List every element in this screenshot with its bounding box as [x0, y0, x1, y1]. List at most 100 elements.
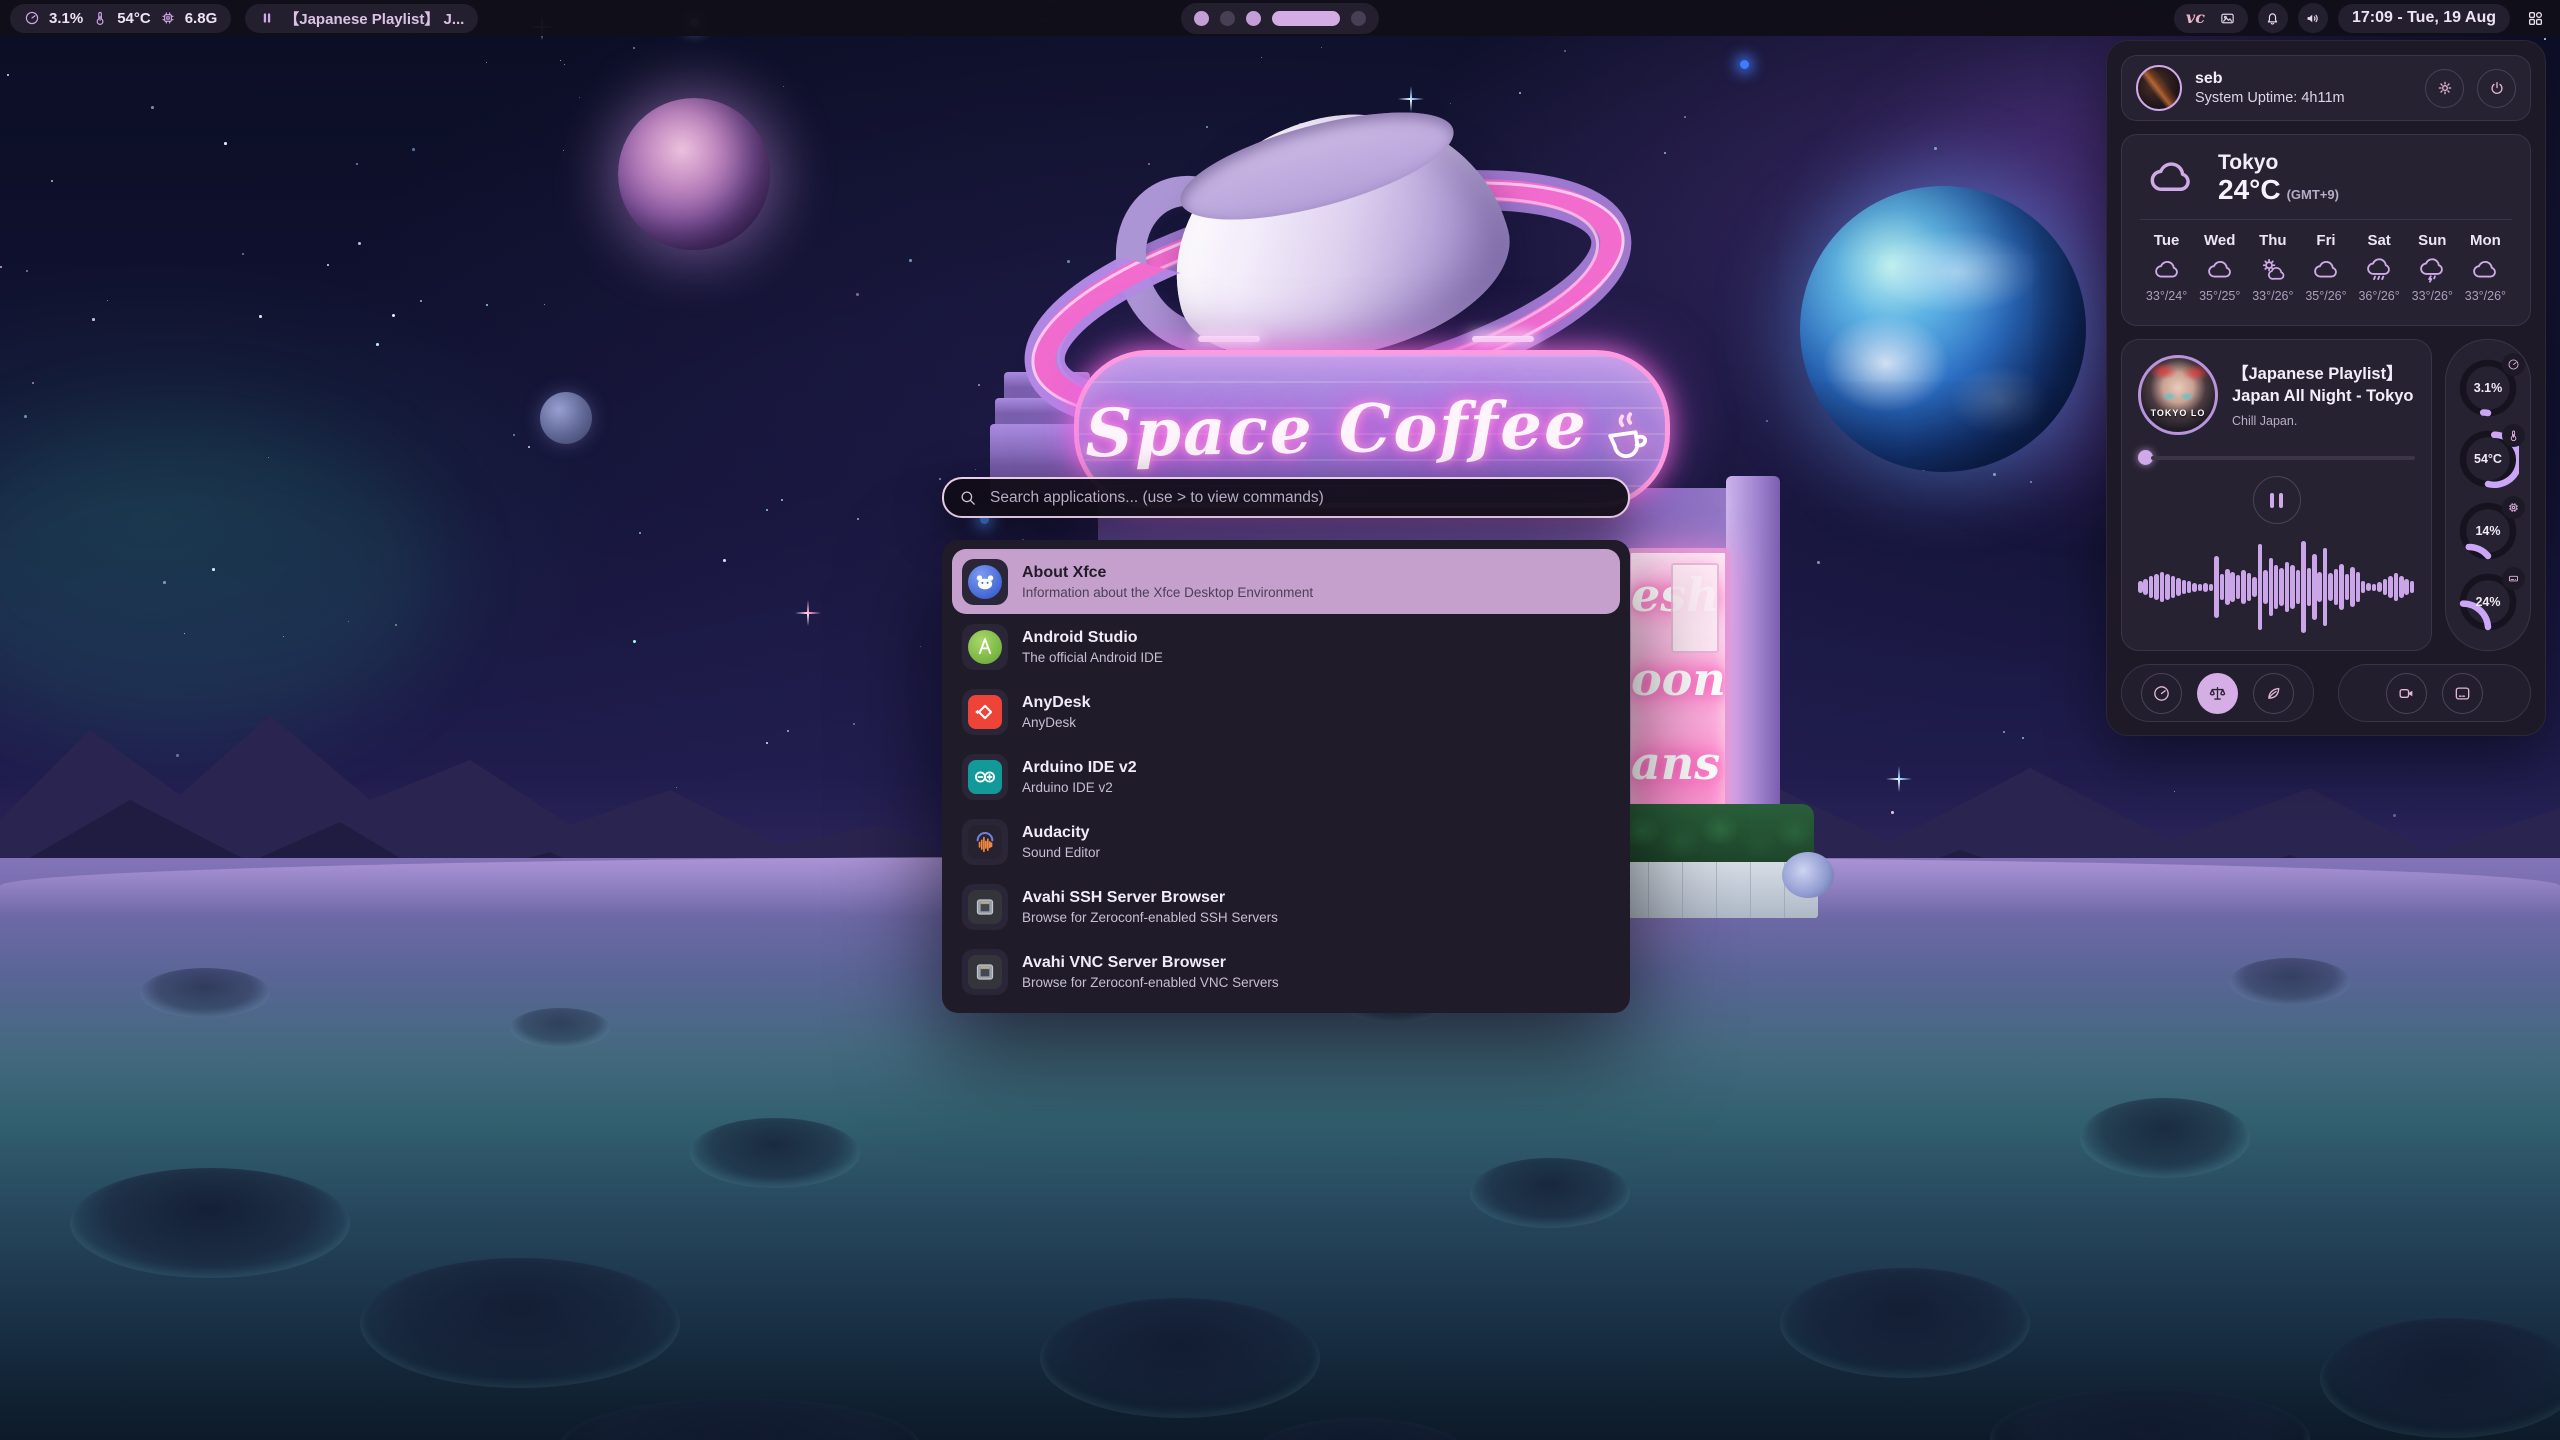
shop-window: eshoonans [1626, 548, 1730, 844]
thermometer-icon [92, 10, 108, 26]
sign-light [1198, 336, 1260, 342]
track-title: 【Japanese Playlist】 Japan All Night - To… [2232, 363, 2415, 408]
app-grid-button[interactable] [2520, 3, 2550, 33]
app-title: Avahi VNC Server Browser [1022, 954, 1279, 972]
weather-timezone: (GMT+9) [2287, 187, 2339, 202]
top-bar-left: 3.1% 54°C 6.8G 【Japanese Playlist】 J... [10, 4, 478, 33]
top-bar-right: vc 17:09 - Tue, 19 Aug [2174, 3, 2550, 33]
gauge-disk: 24% [2457, 571, 2519, 633]
tray-app-icon[interactable]: vc [2186, 10, 2205, 26]
media-player-card: TOKYO LO 【Japanese Playlist】 Japan All N… [2121, 339, 2432, 651]
system-stats-pill[interactable]: 3.1% 54°C 6.8G [10, 4, 231, 33]
power-button[interactable] [2477, 69, 2516, 108]
search-bar[interactable] [942, 477, 1630, 518]
cloud-sun-icon [2258, 256, 2288, 284]
notifications-button[interactable] [2258, 3, 2288, 33]
sign-cup-icon [1595, 402, 1659, 466]
arduino-app-icon [962, 754, 1008, 800]
gauge-chip: 14% [2457, 500, 2519, 562]
app-title: Audacity [1022, 824, 1100, 842]
image-icon[interactable] [2219, 10, 2236, 27]
flower-bush [1782, 852, 1834, 898]
weather-forecast: Tue33°/24°Wed35°/25°Thu33°/26°Fri35°/26°… [2140, 232, 2512, 303]
workspace-dot-2[interactable] [1220, 11, 1235, 26]
sign-text: Space Coffee [1085, 386, 1589, 473]
app-description: Sound Editor [1022, 845, 1100, 860]
now-playing-text: 【Japanese Playlist】 J... [284, 8, 464, 29]
camera-icon [2397, 684, 2416, 703]
app-item-about-xfce[interactable]: About Xfce Information about the Xfce De… [952, 549, 1620, 614]
memory-usage: 6.8G [185, 10, 218, 27]
top-bar: 3.1% 54°C 6.8G 【Japanese Playlist】 J... … [0, 0, 2560, 36]
forecast-day-wed: Wed35°/25° [2193, 232, 2246, 303]
weather-temperature: 24°C [2218, 175, 2281, 206]
workspace-switcher[interactable] [1181, 3, 1379, 34]
app-launcher: About Xfce Information about the Xfce De… [942, 477, 1630, 1013]
anydesk-app-icon [962, 689, 1008, 735]
screenshot-button[interactable] [2442, 673, 2483, 714]
app-item-android-studio[interactable]: Android Studio The official Android IDE [952, 614, 1620, 679]
system-tray[interactable]: vc [2174, 4, 2248, 33]
chip-icon [160, 10, 176, 26]
app-item-avahi-ssh-server-browser[interactable]: Avahi SSH Server Browser Browse for Zero… [952, 874, 1620, 939]
pause-button[interactable] [2253, 476, 2301, 524]
app-description: Arduino IDE v2 [1022, 780, 1137, 795]
track-subtitle: Chill Japan. [2232, 414, 2415, 428]
screen-record-button[interactable] [2386, 673, 2427, 714]
scales-icon [2208, 684, 2227, 703]
speaker-icon [2304, 10, 2321, 27]
leaf-icon [2264, 684, 2283, 703]
app-item-avahi-vnc-server-browser[interactable]: Avahi VNC Server Browser Browse for Zero… [952, 939, 1620, 1004]
gauge-thermometer: 54°C [2457, 428, 2519, 490]
small-moon [540, 392, 592, 444]
control-panel: seb System Uptime: 4h11m Tokyo 24°C [2106, 40, 2546, 736]
app-title: About Xfce [1022, 564, 1313, 582]
forecast-day-sat: Sat36°/26° [2353, 232, 2406, 303]
system-uptime: System Uptime: 4h11m [2195, 90, 2345, 106]
clock[interactable]: 17:09 - Tue, 19 Aug [2338, 4, 2510, 33]
cloud-bolt-icon [2417, 256, 2447, 284]
speedometer-icon [2152, 684, 2171, 703]
disk-icon [2507, 572, 2520, 585]
workspace-dot-1[interactable] [1194, 11, 1209, 26]
powersaver-profile-button[interactable] [2253, 673, 2294, 714]
workspace-dot-4[interactable] [1272, 11, 1340, 26]
menu-board [1671, 563, 1719, 653]
settings-button[interactable] [2425, 69, 2464, 108]
forecast-day-tue: Tue33°/24° [2140, 232, 2193, 303]
cloud-icon [2152, 256, 2182, 284]
audacity-app-icon [962, 819, 1008, 865]
workspace-dot-5[interactable] [1351, 11, 1366, 26]
sign-light [1472, 336, 1534, 342]
app-description: Information about the Xfce Desktop Envir… [1022, 585, 1313, 600]
workspace-dot-3[interactable] [1246, 11, 1261, 26]
grid-icon [2526, 9, 2545, 28]
user-card: seb System Uptime: 4h11m [2121, 55, 2531, 121]
app-description: Browse for Zeroconf-enabled SSH Servers [1022, 910, 1278, 925]
volume-button[interactable] [2298, 3, 2328, 33]
performance-profile-button[interactable] [2141, 673, 2182, 714]
balanced-profile-button[interactable] [2197, 673, 2238, 714]
gauge-speedometer: 3.1% [2457, 357, 2519, 419]
bell-icon [2264, 10, 2281, 27]
speedometer-icon [2507, 358, 2520, 371]
network-app-icon [962, 949, 1008, 995]
app-description: The official Android IDE [1022, 650, 1163, 665]
app-item-arduino-ide-v2[interactable]: Arduino IDE v2 Arduino IDE v2 [952, 744, 1620, 809]
now-playing-pill[interactable]: 【Japanese Playlist】 J... [245, 4, 478, 33]
gear-icon [2436, 79, 2454, 97]
app-description: AnyDesk [1022, 715, 1090, 730]
search-input[interactable] [988, 488, 1613, 508]
track-progress[interactable] [2138, 450, 2415, 465]
audio-visualizer [2138, 536, 2415, 638]
app-title: Android Studio [1022, 629, 1163, 647]
app-item-audacity[interactable]: Audacity Sound Editor [952, 809, 1620, 874]
app-item-anydesk[interactable]: AnyDesk AnyDesk [952, 679, 1620, 744]
album-art-text: TOKYO LO [2141, 408, 2215, 418]
weather-card: Tokyo 24°C (GMT+9) Tue33°/24°Wed35°/25°T… [2121, 134, 2531, 326]
speedometer-icon [24, 10, 40, 26]
thermometer-icon [2507, 429, 2520, 442]
progress-track[interactable] [2151, 456, 2415, 460]
forecast-day-sun: Sun33°/26° [2406, 232, 2459, 303]
power-icon [2488, 79, 2506, 97]
